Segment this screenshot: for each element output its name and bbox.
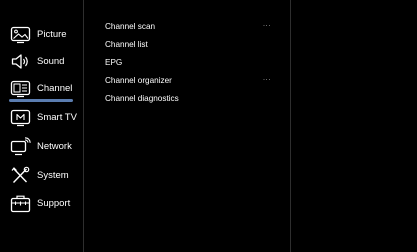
smart-tv-icon [10, 108, 31, 127]
sidebar-item-smart-tv[interactable]: Smart TV [10, 107, 82, 127]
sidebar-item-system[interactable]: System [10, 165, 82, 185]
sidebar-item-label: Network [37, 140, 72, 152]
sidebar-item-label: System [37, 169, 69, 181]
sidebar-item-support[interactable]: Support [10, 193, 82, 213]
submenu-item-label: Channel list [105, 39, 148, 49]
sidebar-item-picture[interactable]: Picture [10, 24, 82, 44]
submenu-item-label: Channel scan [105, 21, 156, 31]
active-item-indicator [9, 99, 73, 102]
detail-panel [291, 0, 417, 252]
submenu-item-label: Channel organizer [105, 75, 172, 85]
sidebar-item-sound[interactable]: Sound [10, 51, 82, 71]
tv-settings-screen: Picture Sound Channel Smart TV Network S… [0, 0, 417, 252]
submenu-item-channel-organizer[interactable]: Channel organizer ... [105, 73, 281, 87]
channel-icon [10, 79, 31, 98]
system-tools-icon [10, 166, 31, 185]
submenu-item-channel-diagnostics[interactable]: Channel diagnostics [105, 91, 281, 105]
support-icon [10, 194, 31, 213]
more-options-indicator: ... [262, 19, 271, 28]
submenu-item-channel-list[interactable]: Channel list [105, 37, 281, 51]
submenu-item-epg[interactable]: EPG [105, 55, 281, 69]
more-options-indicator: ... [262, 73, 271, 82]
submenu-item-label: Channel diagnostics [105, 93, 179, 103]
speaker-icon [10, 52, 31, 71]
picture-icon [10, 25, 31, 44]
sidebar-item-label: Smart TV [37, 111, 77, 123]
sidebar-item-network[interactable]: Network [10, 136, 82, 156]
channel-submenu: Channel scan ... Channel list EPG Channe… [84, 0, 291, 252]
sidebar-item-channel[interactable]: Channel [10, 78, 82, 98]
network-icon [10, 136, 31, 156]
sidebar-item-label: Channel [37, 82, 73, 94]
main-menu-sidebar: Picture Sound Channel Smart TV Network S… [0, 0, 84, 252]
sidebar-item-label: Sound [37, 55, 65, 67]
submenu-item-label: EPG [105, 57, 123, 67]
submenu-item-channel-scan[interactable]: Channel scan ... [105, 19, 281, 33]
sidebar-item-label: Support [37, 197, 71, 209]
sidebar-item-label: Picture [37, 28, 67, 40]
